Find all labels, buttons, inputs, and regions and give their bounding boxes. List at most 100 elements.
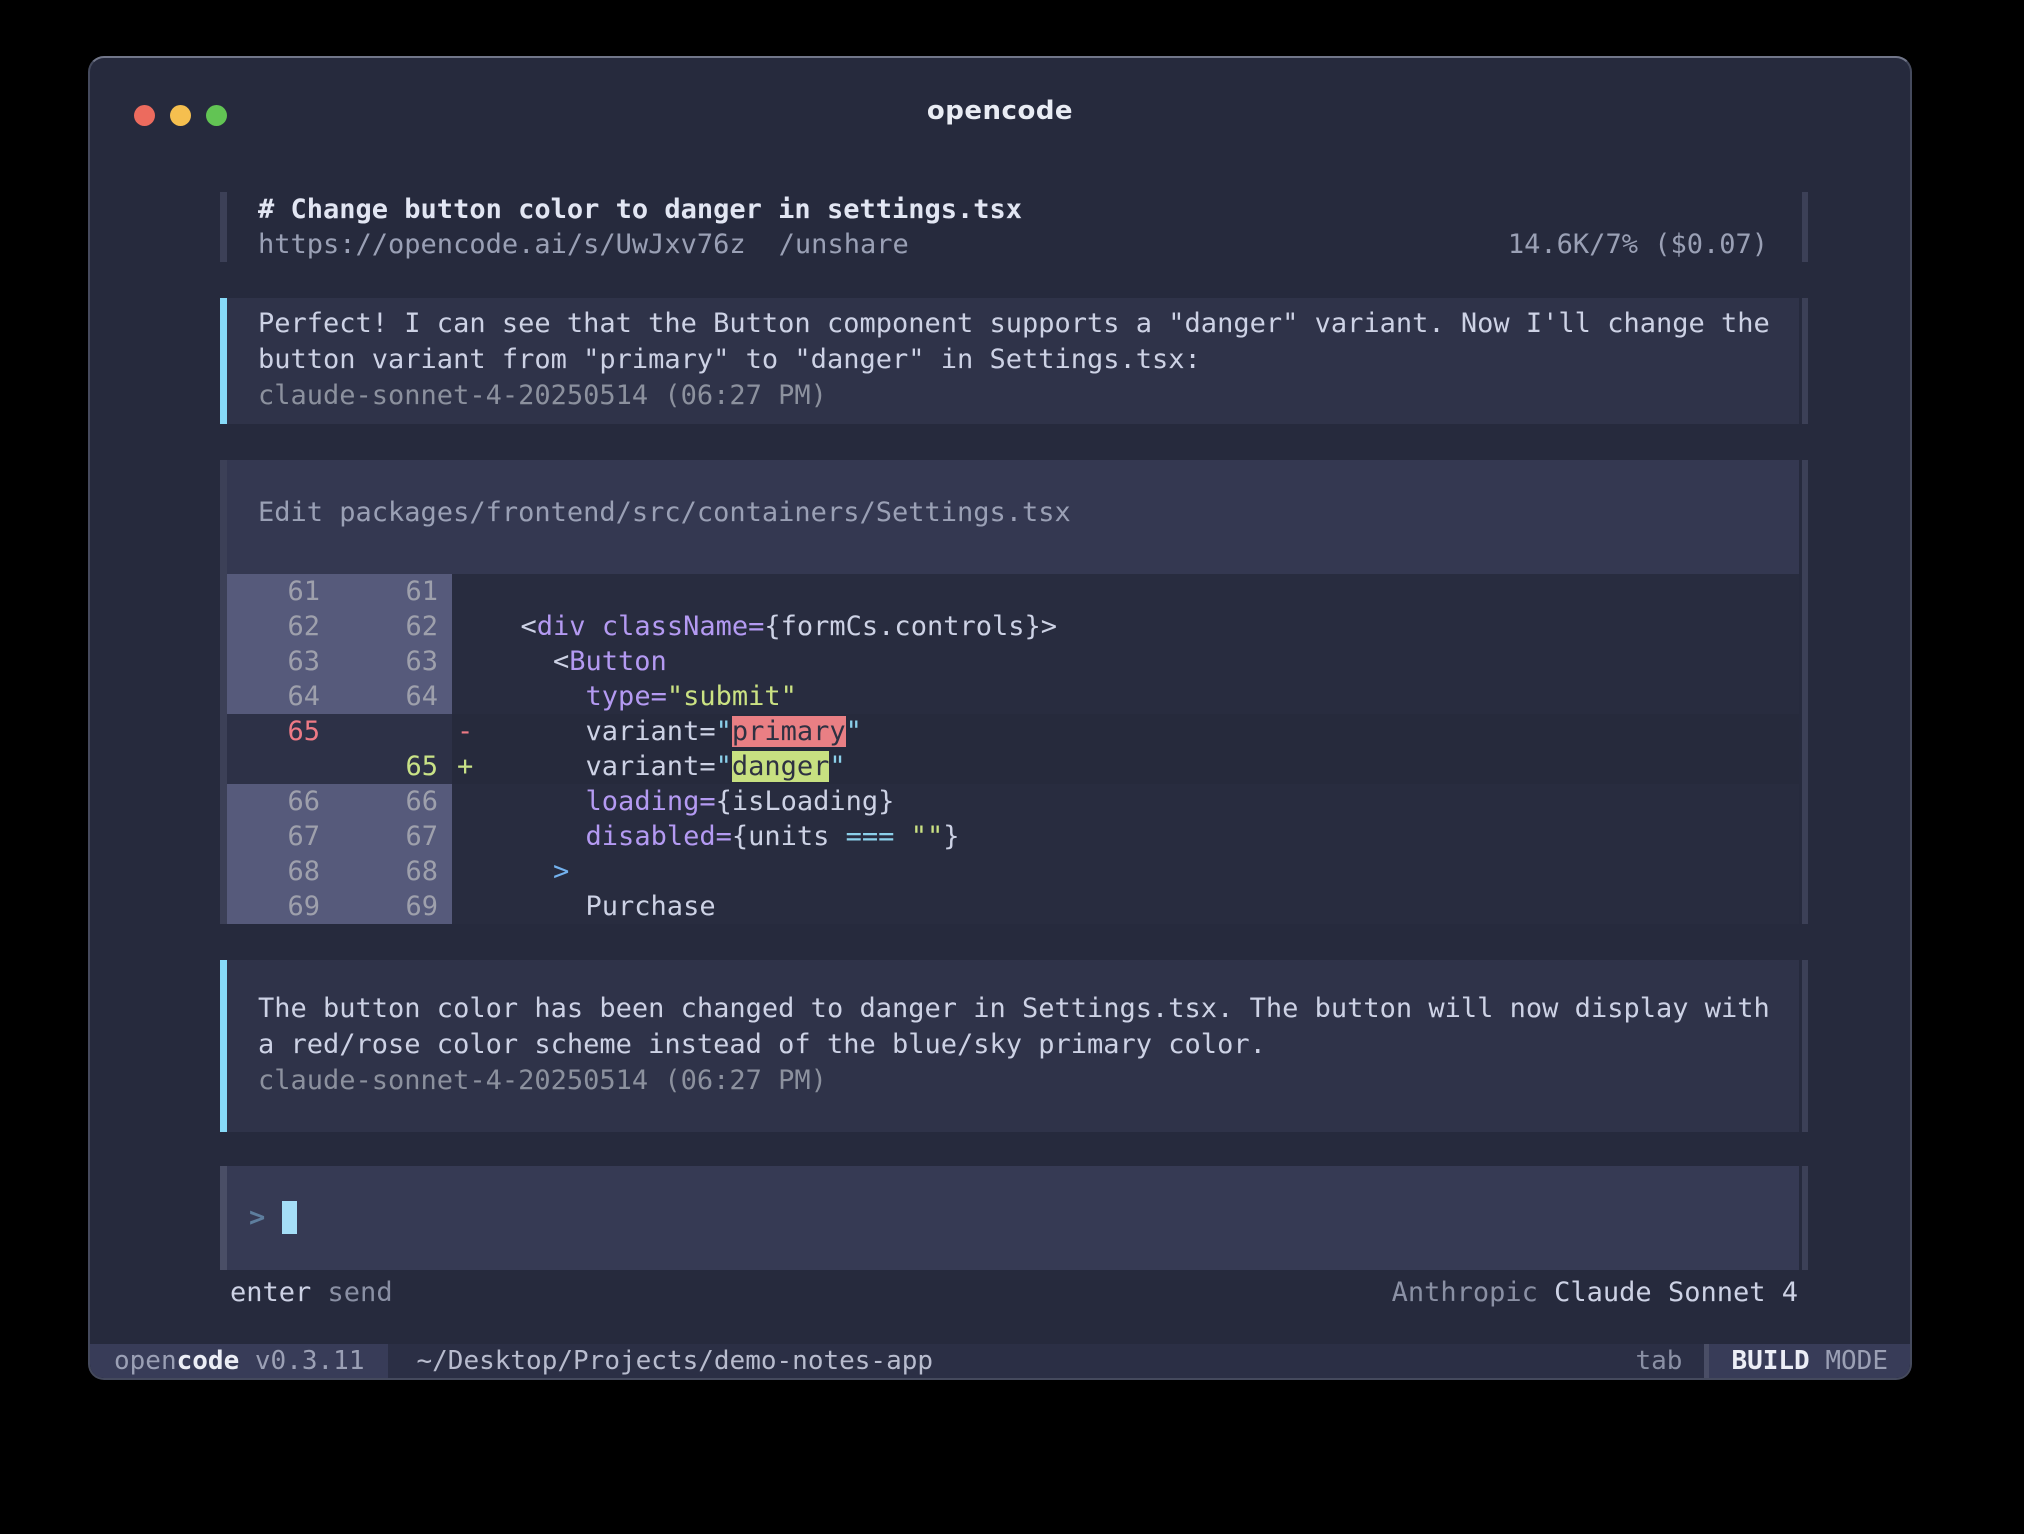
share-right-border (1802, 192, 1808, 262)
session-title: # Change button color to danger in setti… (258, 192, 1022, 227)
assistant-message: The button color has been changed to dan… (220, 960, 1808, 1132)
diff-row: 6464 type="submit" (227, 679, 1799, 714)
prompt-editor: > (220, 1166, 1808, 1270)
diff-view: 61616262 <div className={formCs.controls… (227, 574, 1799, 924)
diff-code-line: variant="primary" (478, 714, 1799, 749)
working-directory: ~/Desktop/Projects/demo-notes-app (416, 1344, 933, 1378)
diff-row: 6363 <Button (227, 644, 1799, 679)
message-right-border (1802, 298, 1808, 424)
edit-file-path: Edit packages/frontend/src/containers/Se… (227, 460, 1799, 574)
provider-label: Anthropic (1392, 1277, 1538, 1308)
diff-new-line-number: 63 (334, 644, 452, 679)
hint-row: enter send Anthropic Claude Sonnet 4 (220, 1275, 1808, 1311)
diff-old-line-number: 68 (227, 854, 334, 889)
mode-name: BUILD (1731, 1346, 1809, 1376)
message-right-border (1802, 960, 1808, 1132)
diff-change-marker (452, 644, 478, 679)
message-text-line: Perfect! I can see that the Button compo… (258, 306, 1768, 342)
message-text-line: button variant from "primary" to "danger… (258, 342, 1768, 378)
diff-new-line-number: 61 (334, 574, 452, 609)
close-button-icon[interactable] (134, 105, 155, 126)
diff-code-line: type="submit" (478, 679, 1799, 714)
edit-left-border (220, 460, 227, 924)
diff-row: 6262 <div className={formCs.controls}> (227, 609, 1799, 644)
diff-row: 65+ variant="danger" (227, 749, 1799, 784)
diff-row: 6767 disabled={units === ""} (227, 819, 1799, 854)
mode-toggle-chip[interactable]: BUILD MODE (1709, 1344, 1910, 1378)
status-bar: opencode v0.3.11 ~/Desktop/Projects/demo… (90, 1344, 1910, 1378)
edit-right-border (1802, 460, 1808, 924)
diff-old-line-number: 69 (227, 889, 334, 924)
diff-row: 65 - variant="primary" (227, 714, 1799, 749)
diff-code-line: variant="danger" (478, 749, 1799, 784)
diff-code-line: Purchase (478, 889, 1799, 924)
share-left-border (220, 192, 227, 262)
prompt-input[interactable]: > (227, 1166, 1799, 1270)
diff-new-line-number: 67 (334, 819, 452, 854)
message-text-line: a red/rose color scheme instead of the b… (258, 1027, 1768, 1063)
diff-code-line: loading={isLoading} (478, 784, 1799, 819)
diff-new-line-number (334, 714, 452, 749)
message-model-timestamp: claude-sonnet-4-20250514 (06:27 PM) (258, 1063, 1768, 1099)
diff-old-line-number (227, 749, 334, 784)
diff-code-line: > (478, 854, 1799, 889)
unshare-command[interactable]: /unshare (779, 227, 909, 262)
diff-change-marker: - (452, 714, 478, 749)
diff-change-marker (452, 609, 478, 644)
diff-old-line-number: 63 (227, 644, 334, 679)
diff-change-marker (452, 819, 478, 854)
diff-row: 6868 > (227, 854, 1799, 889)
tab-key-hint: tab (1635, 1344, 1682, 1378)
edit-tool-block: Edit packages/frontend/src/containers/Se… (220, 460, 1808, 924)
enter-key-hint: enter (230, 1275, 311, 1311)
message-text-line: The button color has been changed to dan… (258, 991, 1768, 1027)
diff-new-line-number: 69 (334, 889, 452, 924)
diff-new-line-number: 66 (334, 784, 452, 819)
app-window: opencode # Change button color to danger… (88, 56, 1912, 1380)
share-url-link[interactable]: https://opencode.ai/s/UwJxv76z (258, 227, 746, 262)
text-cursor (282, 1201, 297, 1234)
diff-change-marker (452, 679, 478, 714)
mode-suffix: MODE (1810, 1346, 1888, 1376)
diff-row: 6666 loading={isLoading} (227, 784, 1799, 819)
diff-new-line-number: 64 (334, 679, 452, 714)
message-accent-bar (220, 960, 227, 1132)
message-model-timestamp: claude-sonnet-4-20250514 (06:27 PM) (258, 378, 1768, 414)
app-version-chip: opencode v0.3.11 (90, 1344, 388, 1378)
minimize-button-icon[interactable] (170, 105, 191, 126)
diff-new-line-number: 62 (334, 609, 452, 644)
diff-code-line: <Button (478, 644, 1799, 679)
app-name-open: open (114, 1346, 177, 1376)
diff-change-marker (452, 784, 478, 819)
app-name-code: code (177, 1346, 240, 1376)
assistant-message: Perfect! I can see that the Button compo… (220, 298, 1808, 424)
input-right-border (1802, 1166, 1808, 1270)
diff-change-marker (452, 889, 478, 924)
diff-new-line-number: 65 (334, 749, 452, 784)
diff-change-marker: + (452, 749, 478, 784)
model-label: Claude Sonnet 4 (1554, 1277, 1798, 1308)
message-accent-bar (220, 298, 227, 424)
token-cost-stats: 14.6K/7% ($0.07) (1508, 227, 1768, 262)
diff-code-line: disabled={units === ""} (478, 819, 1799, 854)
diff-old-line-number: 65 (227, 714, 334, 749)
prompt-symbol: > (249, 1202, 265, 1233)
diff-change-marker (452, 574, 478, 609)
diff-old-line-number: 64 (227, 679, 334, 714)
send-hint-label: send (328, 1275, 393, 1311)
diff-new-line-number: 68 (334, 854, 452, 889)
session-content: # Change button color to danger in setti… (220, 58, 1808, 1311)
diff-code-line (478, 574, 1799, 609)
diff-row: 6161 (227, 574, 1799, 609)
diff-old-line-number: 66 (227, 784, 334, 819)
input-left-border (220, 1166, 227, 1270)
diff-change-marker (452, 854, 478, 889)
app-version: v0.3.11 (239, 1346, 364, 1376)
diff-old-line-number: 62 (227, 609, 334, 644)
diff-row: 6969 Purchase (227, 889, 1799, 924)
diff-old-line-number: 67 (227, 819, 334, 854)
diff-code-line: <div className={formCs.controls}> (478, 609, 1799, 644)
traffic-lights (134, 105, 227, 126)
share-header: # Change button color to danger in setti… (220, 192, 1808, 262)
diff-old-line-number: 61 (227, 574, 334, 609)
